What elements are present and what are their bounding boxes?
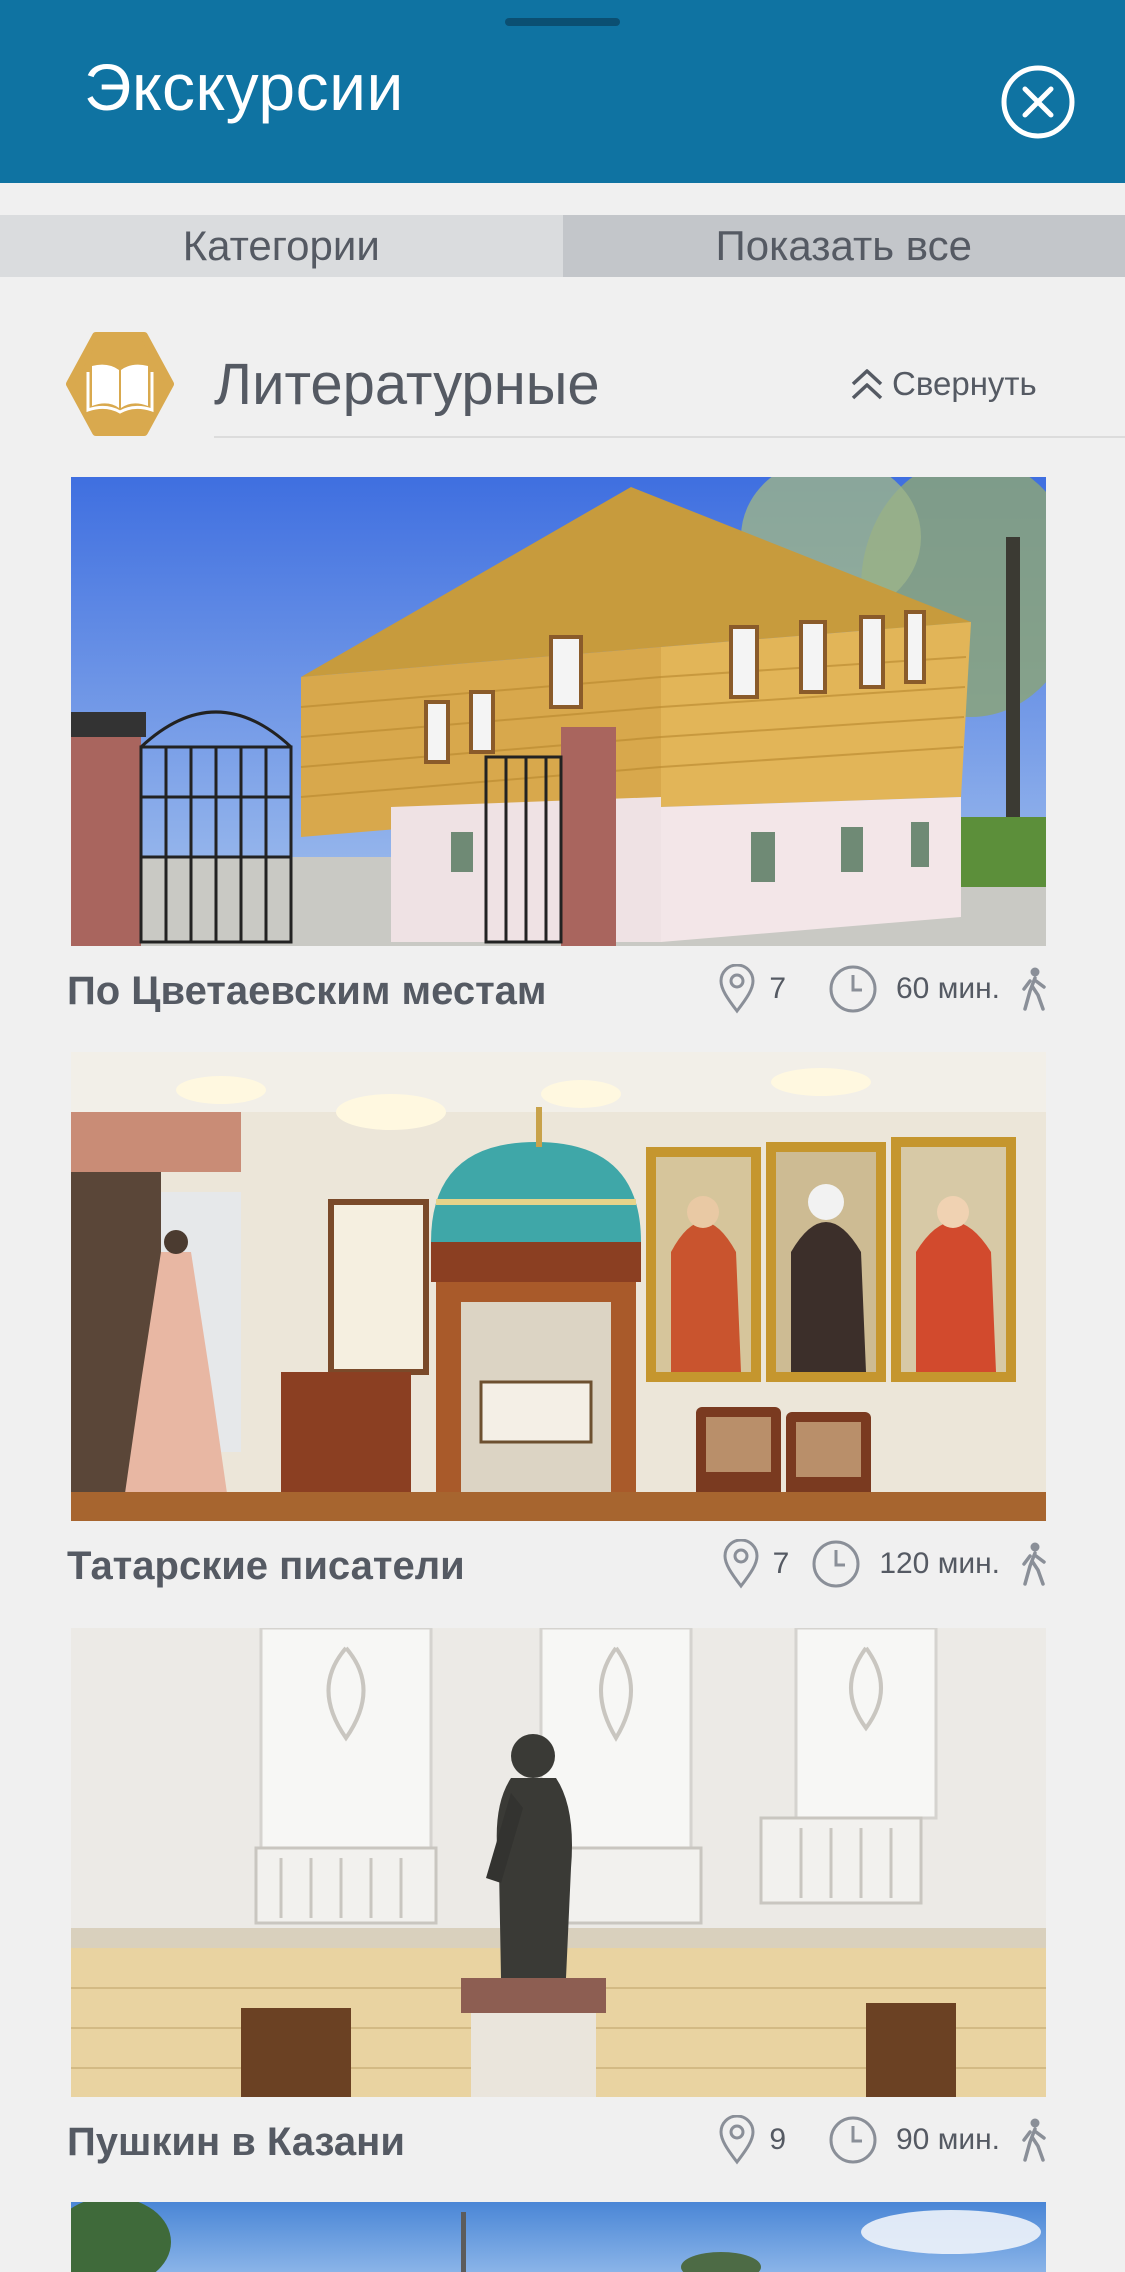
duration: 120 мин. [879,1547,1000,1580]
book-icon [66,330,174,438]
chevron-up-double-icon [851,369,883,400]
excursion-meta: 7 60 мин. [717,961,1048,1017]
view-tabs: Категории Показать все [0,215,1125,277]
points-count: 7 [769,972,786,1005]
drag-handle[interactable] [505,18,620,26]
points-count: 7 [772,1547,790,1580]
section-divider [214,436,1125,438]
collapse-label: Свернуть [892,365,1037,402]
close-button[interactable] [1000,64,1076,140]
excursion-meta: 9 90 мин. [717,2112,1048,2168]
excursion-photo-tsvetaeva-house[interactable] [71,477,1046,946]
header-bar: Экскурсии [0,0,1125,183]
walking-icon [1022,967,1046,1011]
tab-show-all[interactable]: Показать все [562,215,1125,277]
duration: 60 мин. [896,972,1000,1005]
walking-icon [1022,2118,1046,2162]
collapse-button[interactable]: Свернуть [850,365,1037,403]
excursion-photo-pushkin-monument[interactable] [71,1628,1046,2097]
excursion-photo-museum-interior[interactable] [71,1052,1046,1521]
map-pin-icon [719,2115,755,2165]
excursion-photo-partial[interactable] [71,2202,1046,2272]
clock-icon [829,2116,877,2164]
clock-icon [829,965,877,1013]
close-icon [1001,65,1075,139]
excursion-title[interactable]: Татарские писатели [67,1546,465,1586]
map-pin-icon [723,1539,759,1589]
excursion-title[interactable]: По Цветаевским местам [67,971,547,1011]
section-title: Литературные [214,352,600,417]
clock-icon [812,1540,860,1588]
walking-icon [1022,1542,1046,1586]
tab-categories[interactable]: Категории [0,215,563,277]
map-pin-icon [719,964,755,1014]
excursion-title[interactable]: Пушкин в Казани [67,2122,405,2162]
page-title: Экскурсии [84,50,404,124]
duration: 90 мин. [896,2123,1000,2156]
points-count: 9 [769,2123,786,2156]
excursion-meta: 7 120 мин. [721,1536,1048,1592]
